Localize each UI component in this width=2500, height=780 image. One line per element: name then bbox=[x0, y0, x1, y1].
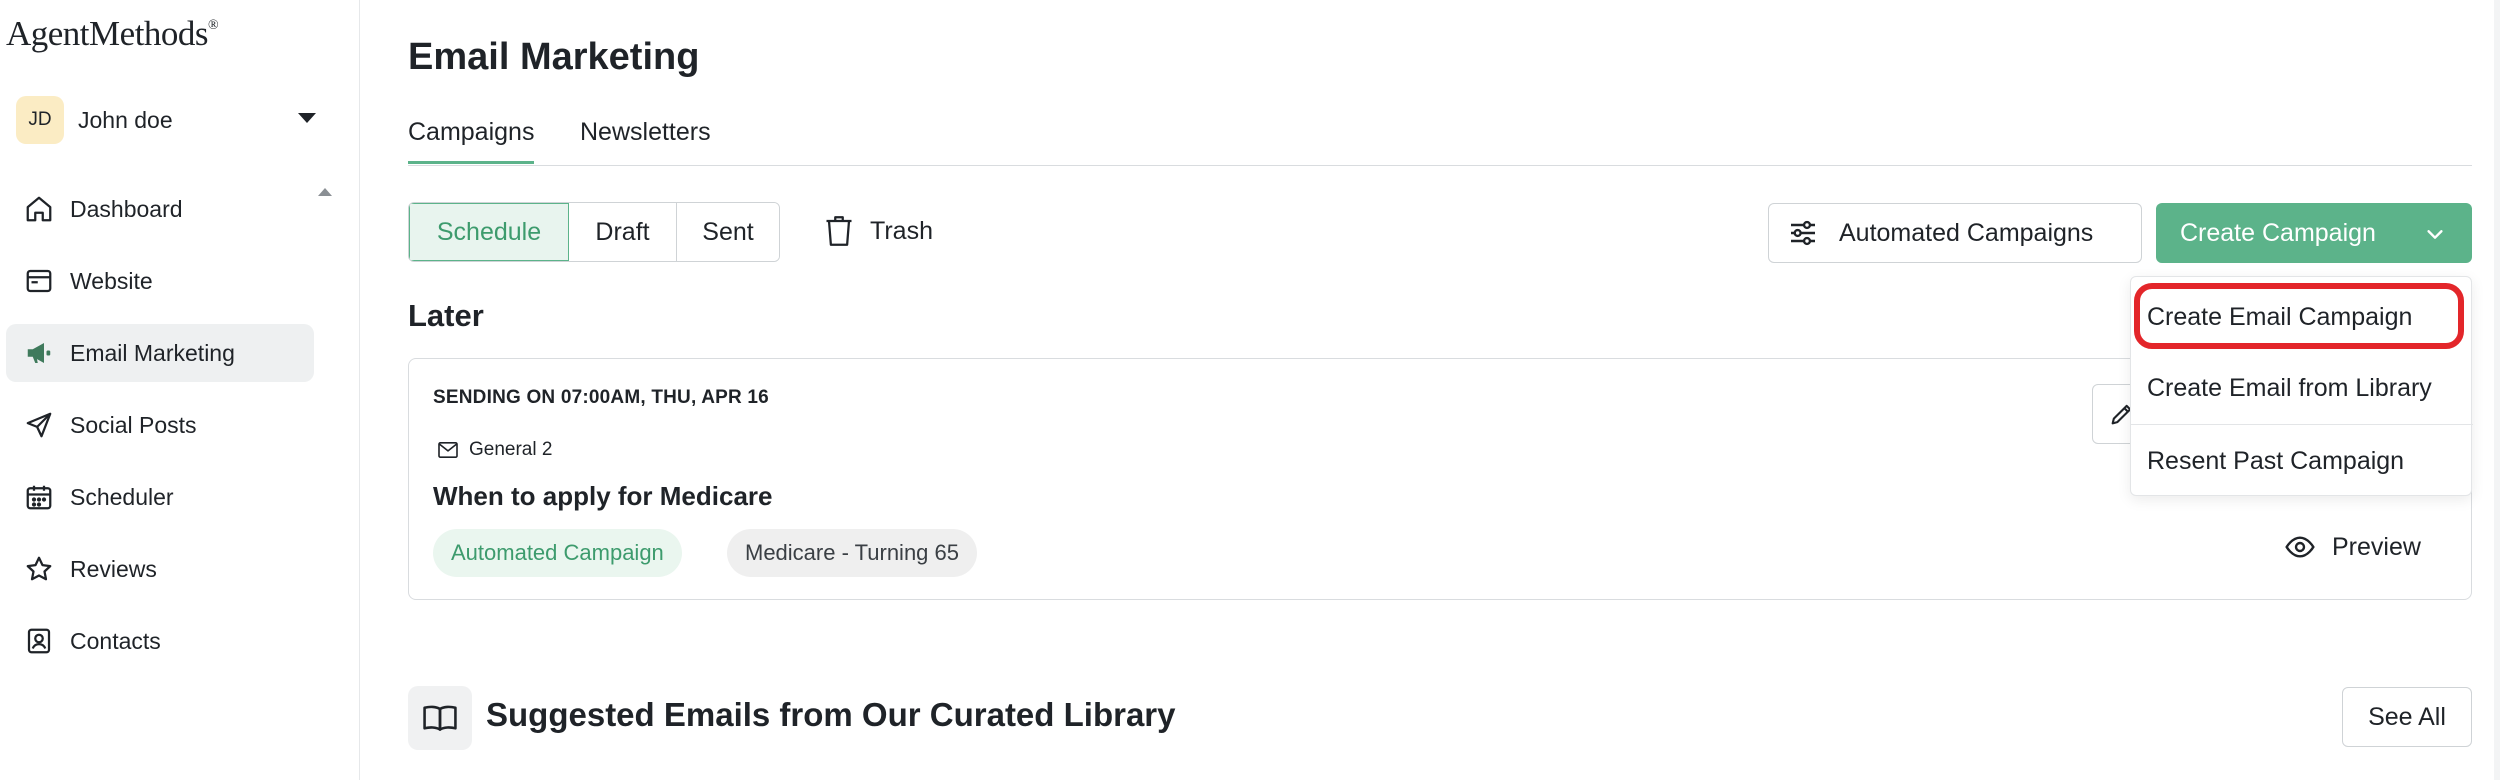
sidebar-item-label: Scheduler bbox=[70, 483, 174, 510]
filter-draft-button[interactable]: Draft bbox=[569, 203, 677, 261]
library-section-title: Suggested Emails from Our Curated Librar… bbox=[486, 696, 1176, 733]
user-menu[interactable]: JD John doe bbox=[16, 95, 326, 145]
mailing-list-name: General 2 bbox=[469, 439, 553, 460]
sidebar-item-label: Email Marketing bbox=[70, 339, 235, 366]
eye-icon bbox=[2285, 536, 2315, 558]
tab-bar: Campaigns Newsletters bbox=[408, 108, 2472, 166]
brand-logo[interactable]: AgentMethods® bbox=[6, 14, 219, 54]
menu-item-resent-past-campaign[interactable]: Resent Past Campaign bbox=[2131, 425, 2473, 497]
see-all-button[interactable]: See All bbox=[2342, 687, 2472, 747]
sidebar-item-label: Social Posts bbox=[70, 411, 197, 438]
filter-sent-button[interactable]: Sent bbox=[677, 203, 779, 261]
trash-label: Trash bbox=[870, 216, 933, 245]
tab-newsletters[interactable]: Newsletters bbox=[580, 118, 711, 161]
preview-label: Preview bbox=[2332, 532, 2421, 561]
sidebar-item-label: Reviews bbox=[70, 555, 157, 582]
sidebar-item-social-posts[interactable]: Social Posts bbox=[6, 396, 314, 454]
envelope-icon bbox=[438, 441, 458, 459]
section-heading-later: Later bbox=[408, 298, 484, 333]
avatar: JD bbox=[16, 96, 64, 144]
tag-medicare-turning-65: Medicare - Turning 65 bbox=[727, 529, 977, 577]
highlight-annotation bbox=[2134, 283, 2464, 349]
sliders-icon bbox=[1791, 220, 1815, 246]
sidebar-item-label: Contacts bbox=[70, 627, 161, 654]
campaign-title[interactable]: When to apply for Medicare bbox=[433, 481, 773, 512]
create-campaign-button[interactable]: Create Campaign bbox=[2156, 203, 2472, 263]
home-icon bbox=[24, 194, 54, 224]
page-title: Email Marketing bbox=[408, 36, 700, 78]
automated-campaigns-label: Automated Campaigns bbox=[1839, 218, 2094, 247]
sidebar-item-scheduler[interactable]: Scheduler bbox=[6, 468, 314, 526]
send-time: SENDING ON 07:00AM, THU, APR 16 bbox=[433, 387, 769, 408]
automated-campaigns-button[interactable]: Automated Campaigns bbox=[1768, 203, 2142, 263]
sidebar-nav: Dashboard Website Email Marketing Social… bbox=[6, 180, 314, 684]
library-icon-box bbox=[408, 686, 472, 750]
sidebar-item-reviews[interactable]: Reviews bbox=[6, 540, 314, 598]
sidebar-item-email-marketing[interactable]: Email Marketing bbox=[6, 324, 314, 382]
calendar-icon bbox=[24, 482, 54, 512]
contact-icon bbox=[24, 626, 54, 656]
sidebar-item-label: Website bbox=[70, 267, 153, 294]
megaphone-icon bbox=[24, 338, 54, 368]
tag-automated-campaign: Automated Campaign bbox=[433, 529, 682, 577]
trash-icon bbox=[826, 216, 852, 246]
sidebar-item-dashboard[interactable]: Dashboard bbox=[6, 180, 314, 238]
filter-schedule-button[interactable]: Schedule bbox=[409, 203, 569, 261]
sidebar-item-label: Dashboard bbox=[70, 195, 183, 222]
create-campaign-label: Create Campaign bbox=[2180, 218, 2376, 247]
book-icon bbox=[423, 705, 457, 731]
preview-button[interactable]: Preview bbox=[2284, 531, 2421, 563]
send-icon bbox=[24, 410, 54, 440]
browser-icon bbox=[24, 266, 54, 296]
sidebar-item-website[interactable]: Website bbox=[6, 252, 314, 310]
star-icon bbox=[24, 554, 54, 584]
menu-item-create-email-from-library[interactable]: Create Email from Library bbox=[2131, 353, 2473, 425]
sidebar: AgentMethods® JD John doe Dashboard Webs… bbox=[0, 0, 360, 780]
user-name: John doe bbox=[78, 106, 173, 133]
scroll-up-arrow-icon[interactable] bbox=[318, 188, 332, 196]
sidebar-item-contacts[interactable]: Contacts bbox=[6, 612, 314, 670]
caret-down-icon[interactable] bbox=[298, 113, 316, 123]
logo-registered-mark: ® bbox=[208, 18, 219, 33]
logo-text: AgentMethods bbox=[6, 14, 209, 53]
trash-button[interactable]: Trash bbox=[824, 214, 933, 248]
mailing-list: General 2 bbox=[437, 439, 552, 461]
scrollbar-track[interactable] bbox=[2494, 0, 2500, 780]
tab-campaigns[interactable]: Campaigns bbox=[408, 118, 535, 164]
status-filter: Schedule Draft Sent bbox=[408, 202, 780, 262]
chevron-down-icon bbox=[2427, 230, 2443, 239]
